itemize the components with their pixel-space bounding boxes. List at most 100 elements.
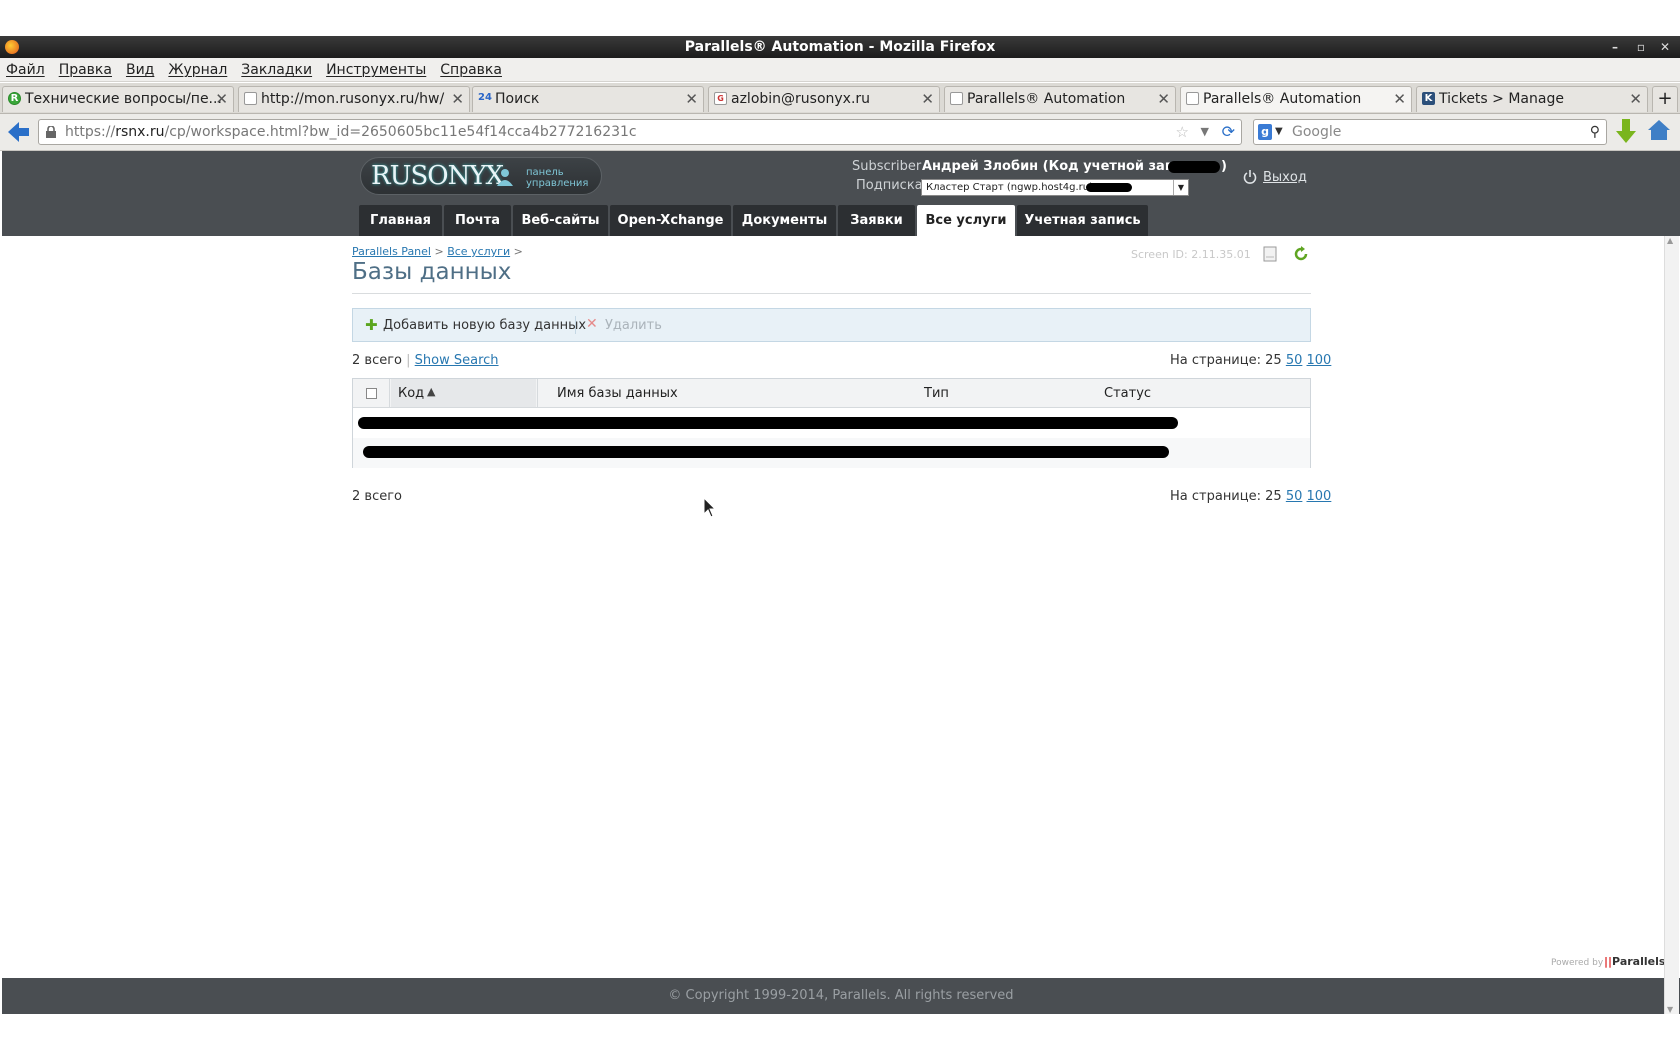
tab-close-icon[interactable]: ✕ [1157, 87, 1170, 111]
chevron-down-icon[interactable]: ▼ [1275, 120, 1283, 144]
delete-icon: ✕ [586, 316, 598, 332]
nav-tab-account[interactable]: Учетная запись [1017, 205, 1148, 236]
nav-tab-mail[interactable]: Почта [444, 205, 511, 236]
back-arrow-icon[interactable] [8, 122, 30, 142]
column-header-code[interactable]: Код [398, 386, 424, 401]
nav-tab-tickets[interactable]: Заявки [838, 205, 915, 236]
rusonyx-logo[interactable]: RUSONYX панель управления [360, 157, 602, 195]
nav-tab-all-services[interactable]: Все услуги [917, 205, 1015, 236]
breadcrumb-parallels-panel[interactable]: Parallels Panel [352, 245, 431, 258]
tab-label: Поиск [495, 91, 540, 107]
plus-icon: + [1657, 88, 1673, 109]
browser-tab[interactable]: R Технические вопросы/пе... ✕ [2, 86, 234, 112]
url-bar[interactable]: https://rsnx.ru/cp/workspace.html?bw_id=… [38, 119, 1242, 145]
page-icon[interactable] [1263, 246, 1277, 262]
column-header-db-name[interactable]: Имя базы данных [557, 386, 678, 401]
firefox-icon [5, 40, 19, 54]
browser-tab-active[interactable]: Parallels® Automation ✕ [1180, 86, 1412, 112]
add-database-button[interactable]: Добавить новую базу данных [383, 318, 586, 333]
search-bar[interactable]: g ▼ Google ⚲ [1253, 119, 1607, 145]
table-row[interactable] [353, 408, 1310, 439]
tab-favicon-icon: 24 [478, 92, 492, 103]
tab-close-icon[interactable]: ✕ [1629, 87, 1642, 111]
vertical-scrollbar[interactable]: ▲ ▼ [1664, 236, 1679, 1014]
navigation-bar: https://rsnx.ru/cp/workspace.html?bw_id=… [0, 114, 1680, 151]
per-page-label: На странице: [1170, 489, 1261, 504]
breadcrumb-separator: > [434, 245, 444, 258]
home-icon[interactable] [1648, 120, 1670, 140]
column-header-status[interactable]: Статус [1104, 386, 1151, 401]
menu-view[interactable]: Вид [126, 58, 154, 81]
select-all-checkbox[interactable] [366, 388, 377, 399]
tab-close-icon[interactable]: ✕ [215, 87, 228, 111]
subscriber-name-close: ) [1221, 159, 1227, 174]
logo-tagline-line2: управления [526, 178, 589, 189]
table-header: Код ▲ Имя базы данных Тип Статус [353, 379, 1310, 408]
url-path: /cp/workspace.html?bw_id=2650605bc11e54f… [164, 124, 637, 140]
menu-edit[interactable]: Правка [59, 58, 112, 81]
screen-id: Screen ID: 2.11.35.01 [1131, 248, 1251, 261]
column-divider [389, 379, 390, 407]
bookmark-star-icon[interactable]: ☆ [1176, 120, 1189, 144]
desktop-top-strip [0, 0, 1680, 36]
tab-close-icon[interactable]: ✕ [685, 87, 698, 111]
subscription-label: Подписка [856, 178, 923, 193]
nav-tab-open-xchange[interactable]: Open-Xchange [610, 205, 731, 236]
menu-history[interactable]: Журнал [168, 58, 227, 81]
browser-tab[interactable]: Parallels® Automation ✕ [944, 86, 1176, 112]
minimize-button[interactable]: – [1606, 36, 1624, 58]
page-footer: © Copyright 1999-2014, Parallels. All ri… [2, 978, 1680, 1014]
tab-close-icon[interactable]: ✕ [921, 87, 934, 111]
nav-tab-websites[interactable]: Веб-сайты [513, 205, 608, 236]
window-title-bar: Parallels® Automation - Mozilla Firefox … [0, 36, 1680, 58]
download-arrow-icon[interactable] [1616, 119, 1636, 143]
scroll-down-icon[interactable]: ▼ [1667, 1005, 1673, 1014]
table-row[interactable] [353, 438, 1310, 468]
nav-tab-documents[interactable]: Документы [733, 205, 836, 236]
scroll-up-icon[interactable]: ▲ [1667, 236, 1673, 245]
per-page-100-link[interactable]: 100 [1307, 353, 1332, 368]
nav-tab-home[interactable]: Главная [359, 205, 442, 236]
power-icon[interactable] [1243, 170, 1257, 184]
per-page-bottom: На странице: 25 50 100 [1170, 489, 1331, 504]
new-tab-button[interactable]: + [1652, 86, 1678, 112]
logout-link[interactable]: Выход [1263, 170, 1307, 185]
menu-file[interactable]: Файл [6, 58, 45, 81]
chevron-down-icon[interactable]: ▼ [1201, 120, 1209, 144]
per-page-top: На странице: 25 50 100 [1170, 353, 1331, 368]
menu-help[interactable]: Справка [440, 58, 502, 81]
total-count-top: 2 всего | Show Search [352, 353, 499, 368]
refresh-icon[interactable] [1293, 246, 1309, 262]
chevron-down-icon: ▼ [1173, 180, 1188, 195]
delete-button[interactable]: Удалить [605, 318, 662, 333]
browser-tab[interactable]: http://mon.rusonyx.ru/hw/ ✕ [238, 86, 470, 112]
redaction-mark [1168, 161, 1220, 173]
menu-tools[interactable]: Инструменты [326, 58, 426, 81]
tab-close-icon[interactable]: ✕ [1393, 87, 1406, 111]
logo-tagline: панель управления [526, 167, 588, 189]
logo-text: RUSONYX [371, 161, 504, 191]
reload-icon[interactable]: ⟳ [1222, 120, 1235, 144]
breadcrumb-separator: > [513, 245, 523, 258]
tab-favicon-icon: K [1422, 92, 1435, 105]
search-placeholder: Google [1292, 124, 1342, 140]
per-page-100-link[interactable]: 100 [1307, 489, 1332, 504]
sort-ascending-icon[interactable]: ▲ [427, 385, 435, 398]
browser-tab[interactable]: G azlobin@rusonyx.ru ✕ [708, 86, 940, 112]
browser-tab-bar: R Технические вопросы/пе... ✕ http://mon… [0, 83, 1680, 114]
menu-bookmarks[interactable]: Закладки [241, 58, 312, 81]
browser-tab[interactable]: K Tickets > Manage ✕ [1416, 86, 1648, 112]
toolbar-divider [575, 316, 576, 334]
close-window-button[interactable]: ✕ [1656, 36, 1674, 58]
binoculars-icon[interactable]: ⚲ [1590, 120, 1600, 144]
tab-close-icon[interactable]: ✕ [451, 87, 464, 111]
search-engine-icon[interactable]: g [1258, 124, 1272, 140]
column-header-type[interactable]: Тип [924, 386, 949, 401]
per-page-50-link[interactable]: 50 [1286, 489, 1303, 504]
show-search-link[interactable]: Show Search [415, 353, 499, 368]
per-page-50-link[interactable]: 50 [1286, 353, 1303, 368]
subscription-select[interactable]: Кластер Старт (ngwp.host4g.ru): ▼ [921, 179, 1189, 196]
browser-tab[interactable]: 24 Поиск ✕ [472, 86, 704, 112]
maximize-button[interactable]: ▫ [1632, 36, 1650, 58]
breadcrumb-all-services[interactable]: Все услуги [447, 245, 510, 258]
